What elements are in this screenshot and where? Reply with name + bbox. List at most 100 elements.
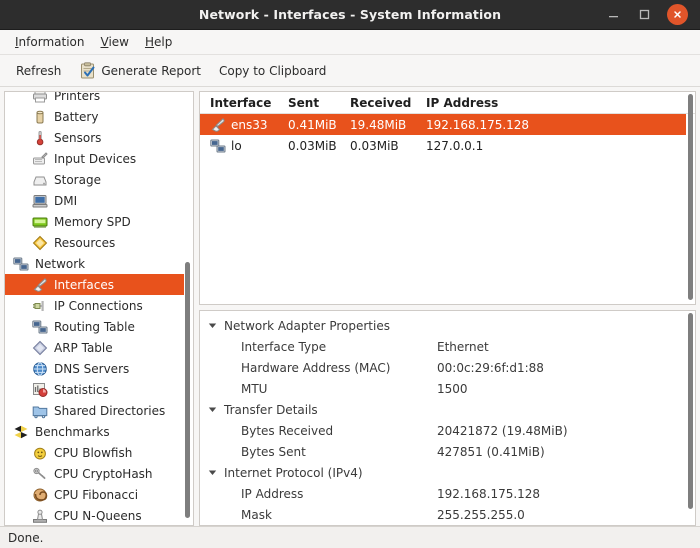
close-icon bbox=[672, 9, 683, 20]
shared-folder-icon bbox=[32, 403, 48, 419]
details-row-label: Bytes Received bbox=[241, 424, 437, 438]
titlebar: Network - Interfaces - System Informatio… bbox=[0, 0, 700, 30]
details-row-value: 427851 (0.41MiB) bbox=[437, 445, 695, 459]
sidebar-item-arp-table[interactable]: ARP Table bbox=[5, 337, 193, 358]
menu-item-view[interactable]: View bbox=[92, 33, 136, 51]
sidebar-item-label: Interfaces bbox=[54, 278, 114, 292]
menu-item-information[interactable]: Information bbox=[7, 33, 92, 51]
interfaces-icon bbox=[210, 117, 226, 133]
details-group-title: Internet Protocol (IPv4) bbox=[224, 466, 363, 480]
details-row: Mask255.255.255.0 bbox=[200, 504, 695, 525]
sidebar-item-label: Shared Directories bbox=[54, 404, 165, 418]
cell-ip-address: 192.168.175.128 bbox=[422, 118, 686, 132]
disclosure-triangle-icon[interactable] bbox=[207, 468, 218, 477]
menubar: Information View Help bbox=[0, 30, 700, 55]
sidebar-item-cpu-n-queens[interactable]: CPU N-Queens bbox=[5, 505, 193, 525]
sidebar-item-shared-directories[interactable]: Shared Directories bbox=[5, 400, 193, 421]
menu-item-help[interactable]: Help bbox=[137, 33, 180, 51]
sidebar-item-statistics[interactable]: Statistics bbox=[5, 379, 193, 400]
content-column: Interface Sent Received IP Address ens33… bbox=[199, 91, 696, 526]
sidebar-item-battery[interactable]: Battery bbox=[5, 106, 193, 127]
refresh-button-label: Refresh bbox=[16, 64, 61, 78]
network-icon bbox=[13, 256, 29, 272]
sidebar-item-label: Printers bbox=[54, 91, 100, 103]
column-header-received[interactable]: Received bbox=[346, 96, 422, 110]
table-row[interactable]: ens330.41MiB19.48MiB192.168.175.128 bbox=[200, 114, 686, 135]
table-row[interactable]: lo0.03MiB0.03MiB127.0.0.1 bbox=[200, 135, 695, 156]
sidebar-item-dns-servers[interactable]: DNS Servers bbox=[5, 358, 193, 379]
details-row-value: 255.255.255.0 bbox=[437, 508, 695, 522]
details-group-header[interactable]: Network Adapter Properties bbox=[200, 315, 695, 336]
menu-item-view-label: iew bbox=[108, 35, 129, 49]
sidebar-item-storage[interactable]: Storage bbox=[5, 169, 193, 190]
sidebar-item-routing-table[interactable]: Routing Table bbox=[5, 316, 193, 337]
details-row-value: 00:0c:29:6f:d1:88 bbox=[437, 361, 695, 375]
details-group-header[interactable]: Internet Protocol (IPv4) bbox=[200, 462, 695, 483]
interface-name: ens33 bbox=[231, 118, 268, 132]
sidebar-item-interfaces[interactable]: Interfaces bbox=[5, 274, 184, 295]
statistics-icon bbox=[32, 382, 48, 398]
sidebar-item-label: ARP Table bbox=[54, 341, 113, 355]
refresh-button[interactable]: Refresh bbox=[7, 61, 70, 81]
details-row-label: Mask bbox=[241, 508, 437, 522]
arp-table-icon bbox=[32, 340, 48, 356]
copy-to-clipboard-button[interactable]: Copy to Clipboard bbox=[210, 61, 335, 81]
computer-icon bbox=[32, 193, 48, 209]
disclosure-triangle-icon[interactable] bbox=[207, 321, 218, 330]
generate-report-button[interactable]: Generate Report bbox=[70, 59, 210, 82]
sidebar-item-label: DMI bbox=[54, 194, 77, 208]
sidebar-item-sensors[interactable]: Sensors bbox=[5, 127, 193, 148]
details-row: Broadcast Address192.168.175.255 bbox=[200, 525, 695, 526]
details-row: IP Address192.168.175.128 bbox=[200, 483, 695, 504]
table-scrollbar-thumb[interactable] bbox=[688, 94, 693, 300]
sidebar-item-label: CPU Fibonacci bbox=[54, 488, 138, 502]
details-row-label: MTU bbox=[241, 382, 437, 396]
maximize-button[interactable] bbox=[636, 6, 653, 23]
sidebar-item-dmi[interactable]: DMI bbox=[5, 190, 193, 211]
sidebar-item-cpu-cryptohash[interactable]: CPU CryptoHash bbox=[5, 463, 193, 484]
clipboard-icon bbox=[79, 62, 96, 79]
column-header-interface[interactable]: Interface bbox=[206, 96, 284, 110]
input-devices-icon bbox=[32, 151, 48, 167]
interfaces-icon bbox=[32, 277, 48, 293]
interface-name: lo bbox=[231, 139, 242, 153]
details-group-header[interactable]: Transfer Details bbox=[200, 399, 695, 420]
details-row-label: Interface Type bbox=[241, 340, 437, 354]
printer-icon bbox=[32, 91, 48, 104]
sidebar-item-label: IP Connections bbox=[54, 299, 143, 313]
sidebar-item-input-devices[interactable]: Input Devices bbox=[5, 148, 193, 169]
sidebar-item-resources[interactable]: Resources bbox=[5, 232, 193, 253]
close-button[interactable] bbox=[667, 4, 688, 25]
window-controls bbox=[605, 4, 700, 25]
maximize-icon bbox=[638, 8, 651, 21]
table-header-row: Interface Sent Received IP Address bbox=[200, 92, 695, 114]
sidebar-item-label: CPU Blowfish bbox=[54, 446, 132, 460]
sidebar-item-label: Resources bbox=[54, 236, 115, 250]
details-row-label: Bytes Sent bbox=[241, 445, 437, 459]
details-group-title: Network Adapter Properties bbox=[224, 319, 390, 333]
sidebar-item-network[interactable]: Network bbox=[5, 253, 193, 274]
sidebar-item-benchmarks[interactable]: Benchmarks bbox=[5, 421, 193, 442]
details-row-value: 192.168.175.128 bbox=[437, 487, 695, 501]
cell-sent: 0.41MiB bbox=[284, 118, 346, 132]
details-row: Hardware Address (MAC)00:0c:29:6f:d1:88 bbox=[200, 357, 695, 378]
sidebar-item-ip-connections[interactable]: IP Connections bbox=[5, 295, 193, 316]
generate-report-label: Generate Report bbox=[101, 64, 201, 78]
sidebar-item-label: Network bbox=[35, 257, 85, 271]
details-scrollbar-thumb[interactable] bbox=[688, 313, 693, 509]
sidebar-item-label: Routing Table bbox=[54, 320, 135, 334]
disclosure-triangle-icon[interactable] bbox=[207, 405, 218, 414]
minimize-button[interactable] bbox=[605, 6, 622, 23]
details-row-value: 20421872 (19.48MiB) bbox=[437, 424, 695, 438]
sidebar-item-memory-spd[interactable]: Memory SPD bbox=[5, 211, 193, 232]
sidebar-item-cpu-blowfish[interactable]: CPU Blowfish bbox=[5, 442, 193, 463]
dns-globe-icon bbox=[32, 361, 48, 377]
column-header-ip-address[interactable]: IP Address bbox=[422, 96, 695, 110]
column-header-sent[interactable]: Sent bbox=[284, 96, 346, 110]
sidebar-item-cpu-fibonacci[interactable]: CPU Fibonacci bbox=[5, 484, 193, 505]
minimize-icon bbox=[607, 8, 620, 21]
toolbar: Refresh Generate Report Copy to Clipboar… bbox=[0, 55, 700, 87]
sidebar-scrollbar-thumb[interactable] bbox=[185, 262, 190, 518]
sidebar-item-label: Input Devices bbox=[54, 152, 136, 166]
sidebar-item-printers[interactable]: Printers bbox=[5, 91, 193, 106]
